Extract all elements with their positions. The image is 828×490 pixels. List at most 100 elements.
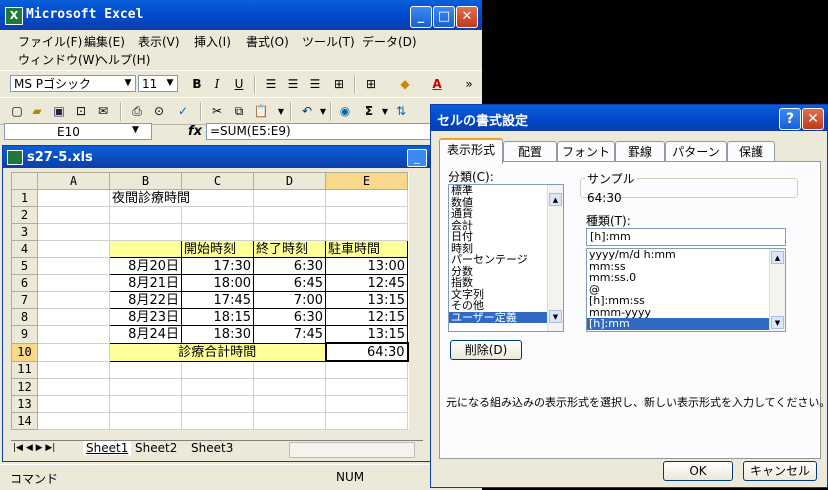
- end-cell[interactable]: 6:30: [253, 308, 326, 326]
- cell[interactable]: [325, 395, 408, 413]
- cell[interactable]: [253, 206, 326, 224]
- cell[interactable]: [37, 378, 110, 396]
- tab-border[interactable]: 罫線: [615, 141, 665, 162]
- cell[interactable]: [37, 274, 110, 292]
- workbook-minimize-button[interactable]: _: [407, 149, 427, 167]
- borders-icon[interactable]: ⊞: [362, 76, 380, 93]
- chevron-down-icon[interactable]: ▼: [164, 77, 176, 90]
- row-header[interactable]: 11: [11, 360, 38, 379]
- list-item[interactable]: パーセンテージ: [449, 254, 563, 266]
- cell[interactable]: [181, 206, 254, 224]
- chevron-down-icon[interactable]: ▼: [272, 103, 290, 120]
- cell[interactable]: [37, 342, 110, 362]
- chevron-down-icon[interactable]: ▼: [122, 77, 134, 90]
- tab-protection[interactable]: 保護: [727, 141, 775, 162]
- type-scrollbar[interactable]: ▲ ▼: [769, 249, 785, 331]
- cell[interactable]: [37, 189, 110, 207]
- total-label-cell[interactable]: 診療合計時間: [109, 342, 326, 362]
- tab-number[interactable]: 表示形式: [439, 138, 503, 164]
- row-header[interactable]: 14: [11, 412, 38, 430]
- start-cell[interactable]: 18:00: [181, 274, 254, 292]
- menu-window[interactable]: ウィンドウ(W): [18, 51, 99, 68]
- font-color-button[interactable]: A: [428, 76, 446, 93]
- hyperlink-icon[interactable]: ◉: [336, 103, 354, 120]
- list-item[interactable]: [h]:mm:ss: [587, 295, 785, 307]
- cell[interactable]: [253, 360, 326, 379]
- menu-tools[interactable]: ツール(T): [302, 33, 355, 50]
- start-cell[interactable]: 18:15: [181, 308, 254, 326]
- menu-file[interactable]: ファイル(F): [18, 33, 82, 50]
- row-header[interactable]: 5: [11, 257, 38, 275]
- cancel-button[interactable]: キャンセル: [743, 461, 817, 481]
- header-cell-end[interactable]: 終了時刻: [253, 240, 326, 258]
- row-header[interactable]: 10: [11, 342, 38, 362]
- sheet-nav-buttons[interactable]: |◀ ◀ ▶ ▶|: [13, 443, 55, 453]
- type-list[interactable]: yyyy/m/d h:mm mm:ss mm:ss.0 @ [h]:mm:ss …: [586, 248, 786, 332]
- print-preview-icon[interactable]: ⊙: [150, 103, 168, 120]
- open-folder-icon[interactable]: ▰: [28, 103, 46, 120]
- cell[interactable]: [325, 412, 408, 430]
- cell[interactable]: [37, 308, 110, 326]
- excel-app-icon[interactable]: X: [5, 7, 23, 25]
- start-cell[interactable]: 17:30: [181, 257, 254, 275]
- date-cell[interactable]: 8月21日: [109, 274, 182, 292]
- parking-cell[interactable]: 12:15: [325, 308, 408, 326]
- copy-icon[interactable]: ⧉: [230, 103, 248, 120]
- menu-edit[interactable]: 編集(E): [84, 33, 125, 50]
- row-header[interactable]: 9: [11, 325, 38, 344]
- header-cell-parking[interactable]: 駐車時間: [325, 240, 408, 258]
- new-file-icon[interactable]: ▢: [8, 103, 26, 120]
- row-header[interactable]: 1: [11, 189, 38, 207]
- minimize-button[interactable]: _: [410, 6, 432, 28]
- dialog-close-button[interactable]: ✕: [802, 108, 824, 130]
- cell[interactable]: [37, 412, 110, 430]
- end-cell[interactable]: 7:00: [253, 291, 326, 309]
- cell[interactable]: [325, 360, 408, 379]
- help-button[interactable]: ?: [779, 108, 801, 130]
- column-header-a[interactable]: A: [37, 172, 110, 190]
- dialog-title-bar[interactable]: セルの書式設定 ? ✕: [431, 105, 827, 131]
- cell[interactable]: [37, 291, 110, 309]
- underline-button[interactable]: U: [230, 76, 248, 93]
- cell[interactable]: [109, 378, 182, 396]
- paste-icon[interactable]: 📋: [252, 103, 270, 120]
- total-value-cell[interactable]: 64:30: [324, 342, 409, 362]
- cell[interactable]: [37, 257, 110, 275]
- list-item[interactable]: 標準: [449, 185, 563, 197]
- row-header[interactable]: 3: [11, 223, 38, 241]
- column-header-b[interactable]: B: [109, 172, 182, 190]
- list-item[interactable]: その他: [449, 300, 563, 312]
- tab-font[interactable]: フォント: [557, 141, 615, 162]
- align-center-icon[interactable]: ☰: [284, 76, 302, 93]
- row-header[interactable]: 2: [11, 206, 38, 224]
- cell[interactable]: [109, 206, 182, 224]
- cell[interactable]: [109, 395, 182, 413]
- row-header[interactable]: 7: [11, 291, 38, 309]
- horizontal-scrollbar[interactable]: [289, 442, 415, 458]
- date-cell[interactable]: 8月20日: [109, 257, 182, 275]
- cell[interactable]: [181, 360, 254, 379]
- cut-icon[interactable]: ✂: [208, 103, 226, 120]
- cell[interactable]: [181, 412, 254, 430]
- parking-cell[interactable]: 13:00: [325, 257, 408, 275]
- row-header[interactable]: 13: [11, 395, 38, 413]
- delete-button[interactable]: 削除(D): [450, 340, 522, 360]
- menu-help[interactable]: ヘルプ(H): [96, 51, 150, 68]
- list-item-selected[interactable]: ユーザー定義: [449, 311, 563, 323]
- scroll-down-icon[interactable]: ▼: [771, 316, 784, 329]
- menu-data[interactable]: データ(D): [362, 33, 417, 50]
- cell[interactable]: [325, 189, 408, 207]
- start-cell[interactable]: 17:45: [181, 291, 254, 309]
- cell[interactable]: [253, 395, 326, 413]
- list-item[interactable]: 通貨: [449, 208, 563, 220]
- tab-sheet1[interactable]: Sheet1: [83, 441, 132, 455]
- scroll-up-icon[interactable]: ▲: [549, 193, 562, 206]
- date-cell[interactable]: 8月22日: [109, 291, 182, 309]
- cell[interactable]: [181, 395, 254, 413]
- category-scrollbar[interactable]: ▲ ▼: [547, 185, 563, 331]
- type-input[interactable]: [h]:mm: [586, 228, 786, 246]
- tab-pattern[interactable]: パターン: [665, 141, 727, 162]
- cell[interactable]: [253, 412, 326, 430]
- select-all-corner[interactable]: [11, 172, 38, 190]
- cell[interactable]: [37, 223, 110, 241]
